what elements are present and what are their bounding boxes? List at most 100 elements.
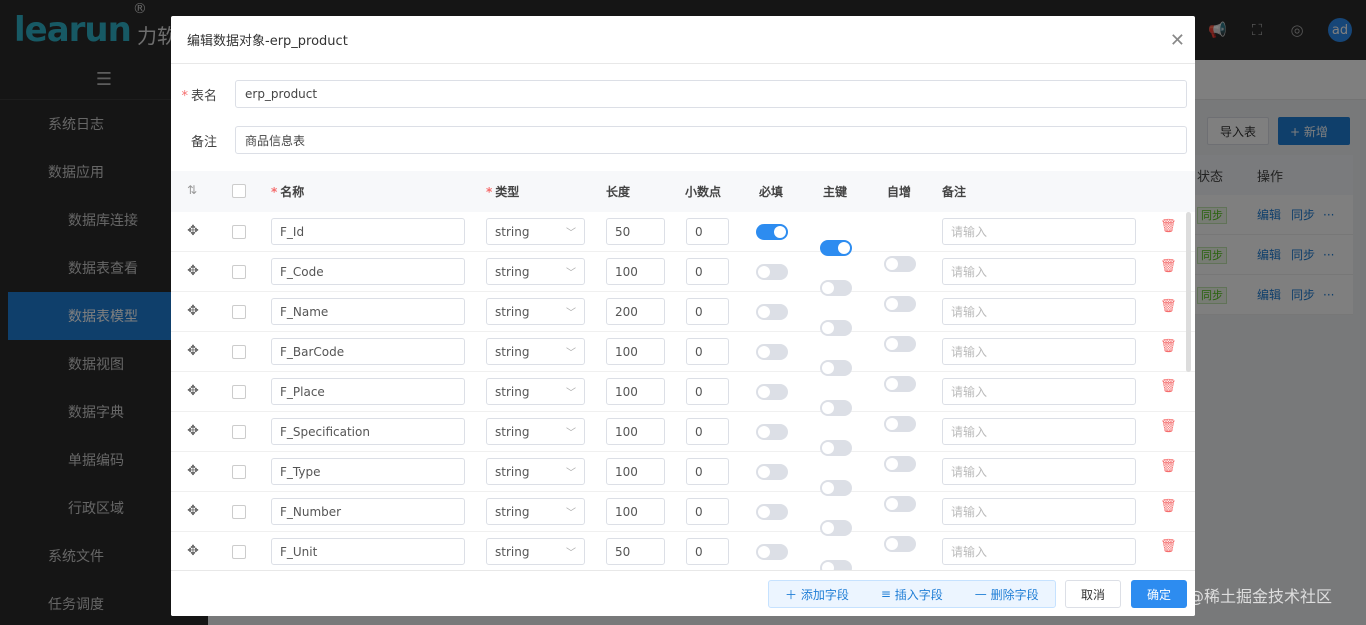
required-toggle[interactable]: [756, 464, 788, 480]
field-length-input[interactable]: 100: [606, 418, 665, 445]
field-name-input[interactable]: F_Place: [271, 378, 465, 405]
required-toggle[interactable]: [756, 224, 788, 240]
field-name-input[interactable]: F_Number: [271, 498, 465, 525]
row-checkbox[interactable]: [232, 225, 246, 239]
field-type-select[interactable]: string ﹀: [486, 498, 585, 525]
field-length-input[interactable]: 200: [606, 298, 665, 325]
field-type-select[interactable]: string ﹀: [486, 538, 585, 565]
field-row: ✥ F_Type string ﹀ 100 0 请输入 🗑: [171, 452, 1195, 512]
field-decimal-input[interactable]: 0: [686, 458, 729, 485]
field-remark-input[interactable]: 请输入: [942, 218, 1136, 245]
field-remark-input[interactable]: 请输入: [942, 498, 1136, 525]
field-name-input[interactable]: F_Id: [271, 218, 465, 245]
field-length-input[interactable]: 50: [606, 218, 665, 245]
field-type-select[interactable]: string ﹀: [486, 378, 585, 405]
watermark: @稀土掘金技术社区: [1188, 587, 1333, 606]
drag-handle-icon[interactable]: ✥: [186, 463, 200, 479]
drag-handle-icon[interactable]: ✥: [186, 503, 200, 519]
required-toggle[interactable]: [756, 544, 788, 560]
delete-field-button[interactable]: — 删除字段: [959, 581, 1055, 607]
row-checkbox[interactable]: [232, 425, 246, 439]
field-decimal-input[interactable]: 0: [686, 498, 729, 525]
drag-handle-icon[interactable]: ✥: [186, 303, 200, 319]
field-remark-input[interactable]: 请输入: [942, 298, 1136, 325]
trash-icon[interactable]: 🗑: [1160, 339, 1177, 354]
trash-icon[interactable]: 🗑: [1160, 259, 1177, 274]
drag-handle-icon[interactable]: ✥: [186, 263, 200, 279]
field-name-input[interactable]: F_BarCode: [271, 338, 465, 365]
required-toggle[interactable]: [756, 304, 788, 320]
required-toggle[interactable]: [756, 344, 788, 360]
cancel-button[interactable]: 取消: [1065, 580, 1121, 608]
field-decimal-input[interactable]: 0: [686, 258, 729, 285]
table-name-input[interactable]: erp_product: [235, 80, 1187, 108]
field-decimal-input[interactable]: 0: [686, 298, 729, 325]
field-type-select[interactable]: string ﹀: [486, 338, 585, 365]
drag-handle-icon[interactable]: ✥: [186, 223, 200, 239]
field-type-select[interactable]: string ﹀: [486, 418, 585, 445]
field-type-select[interactable]: string ﹀: [486, 218, 585, 245]
row-checkbox[interactable]: [232, 545, 246, 559]
add-field-button[interactable]: ＋ 添加字段: [769, 581, 865, 607]
required-toggle[interactable]: [756, 264, 788, 280]
drag-handle-icon[interactable]: ✥: [186, 383, 200, 399]
field-remark-input[interactable]: 请输入: [942, 418, 1136, 445]
select-all-checkbox[interactable]: [232, 184, 246, 198]
drag-handle-icon[interactable]: ✥: [186, 543, 200, 559]
trash-icon[interactable]: 🗑: [1160, 419, 1177, 434]
ok-button[interactable]: 确定: [1131, 580, 1187, 608]
trash-icon[interactable]: 🗑: [1160, 219, 1177, 234]
field-length-input[interactable]: 100: [606, 338, 665, 365]
required-toggle[interactable]: [756, 504, 788, 520]
row-checkbox[interactable]: [232, 465, 246, 479]
field-remark-input[interactable]: 请输入: [942, 538, 1136, 565]
sort-icon[interactable]: ⇅: [187, 183, 197, 197]
grid-scrollbar[interactable]: [1186, 212, 1191, 372]
field-length-input[interactable]: 100: [606, 458, 665, 485]
field-decimal-input[interactable]: 0: [686, 218, 729, 245]
row-checkbox[interactable]: [232, 385, 246, 399]
col-remark: 备注: [942, 185, 967, 199]
dialog-title: 编辑数据对象-erp_product: [187, 34, 348, 49]
remark-label: 备注: [190, 134, 217, 150]
field-length-input[interactable]: 100: [606, 498, 665, 525]
trash-icon[interactable]: 🗑: [1160, 539, 1177, 554]
trash-icon[interactable]: 🗑: [1160, 299, 1177, 314]
remark-input[interactable]: 商品信息表: [235, 126, 1187, 154]
trash-icon[interactable]: 🗑: [1160, 459, 1177, 474]
field-remark-input[interactable]: 请输入: [942, 378, 1136, 405]
insert-field-button[interactable]: ≡ 插入字段: [865, 581, 959, 607]
trash-icon[interactable]: 🗑: [1160, 379, 1177, 394]
required-toggle[interactable]: [756, 384, 788, 400]
drag-handle-icon[interactable]: ✥: [186, 423, 200, 439]
field-name-input[interactable]: F_Type: [271, 458, 465, 485]
field-type-select[interactable]: string ﹀: [486, 298, 585, 325]
field-name-input[interactable]: F_Name: [271, 298, 465, 325]
field-name-input[interactable]: F_Specification: [271, 418, 465, 445]
field-remark-input[interactable]: 请输入: [942, 258, 1136, 285]
field-name-input[interactable]: F_Code: [271, 258, 465, 285]
row-checkbox[interactable]: [232, 505, 246, 519]
row-checkbox[interactable]: [232, 345, 246, 359]
field-length-input[interactable]: 100: [606, 258, 665, 285]
field-decimal-input[interactable]: 0: [686, 338, 729, 365]
dialog-footer: ＋ 添加字段 ≡ 插入字段 — 删除字段 取消 确定: [171, 570, 1195, 616]
field-length-input[interactable]: 50: [606, 538, 665, 565]
row-checkbox[interactable]: [232, 265, 246, 279]
row-checkbox[interactable]: [232, 305, 246, 319]
close-icon[interactable]: ✕: [1170, 30, 1185, 51]
required-toggle[interactable]: [756, 424, 788, 440]
field-decimal-input[interactable]: 0: [686, 378, 729, 405]
field-decimal-input[interactable]: 0: [686, 418, 729, 445]
chevron-down-icon: ﹀: [566, 548, 576, 559]
field-remark-input[interactable]: 请输入: [942, 458, 1136, 485]
trash-icon[interactable]: 🗑: [1160, 499, 1177, 514]
field-remark-input[interactable]: 请输入: [942, 338, 1136, 365]
field-decimal-input[interactable]: 0: [686, 538, 729, 565]
field-type-select[interactable]: string ﹀: [486, 458, 585, 485]
field-name-input[interactable]: F_Unit: [271, 538, 465, 565]
field-type-select[interactable]: string ﹀: [486, 258, 585, 285]
drag-handle-icon[interactable]: ✥: [186, 343, 200, 359]
field-length-input[interactable]: 100: [606, 378, 665, 405]
dialog-header: 编辑数据对象-erp_product ✕: [171, 16, 1195, 64]
